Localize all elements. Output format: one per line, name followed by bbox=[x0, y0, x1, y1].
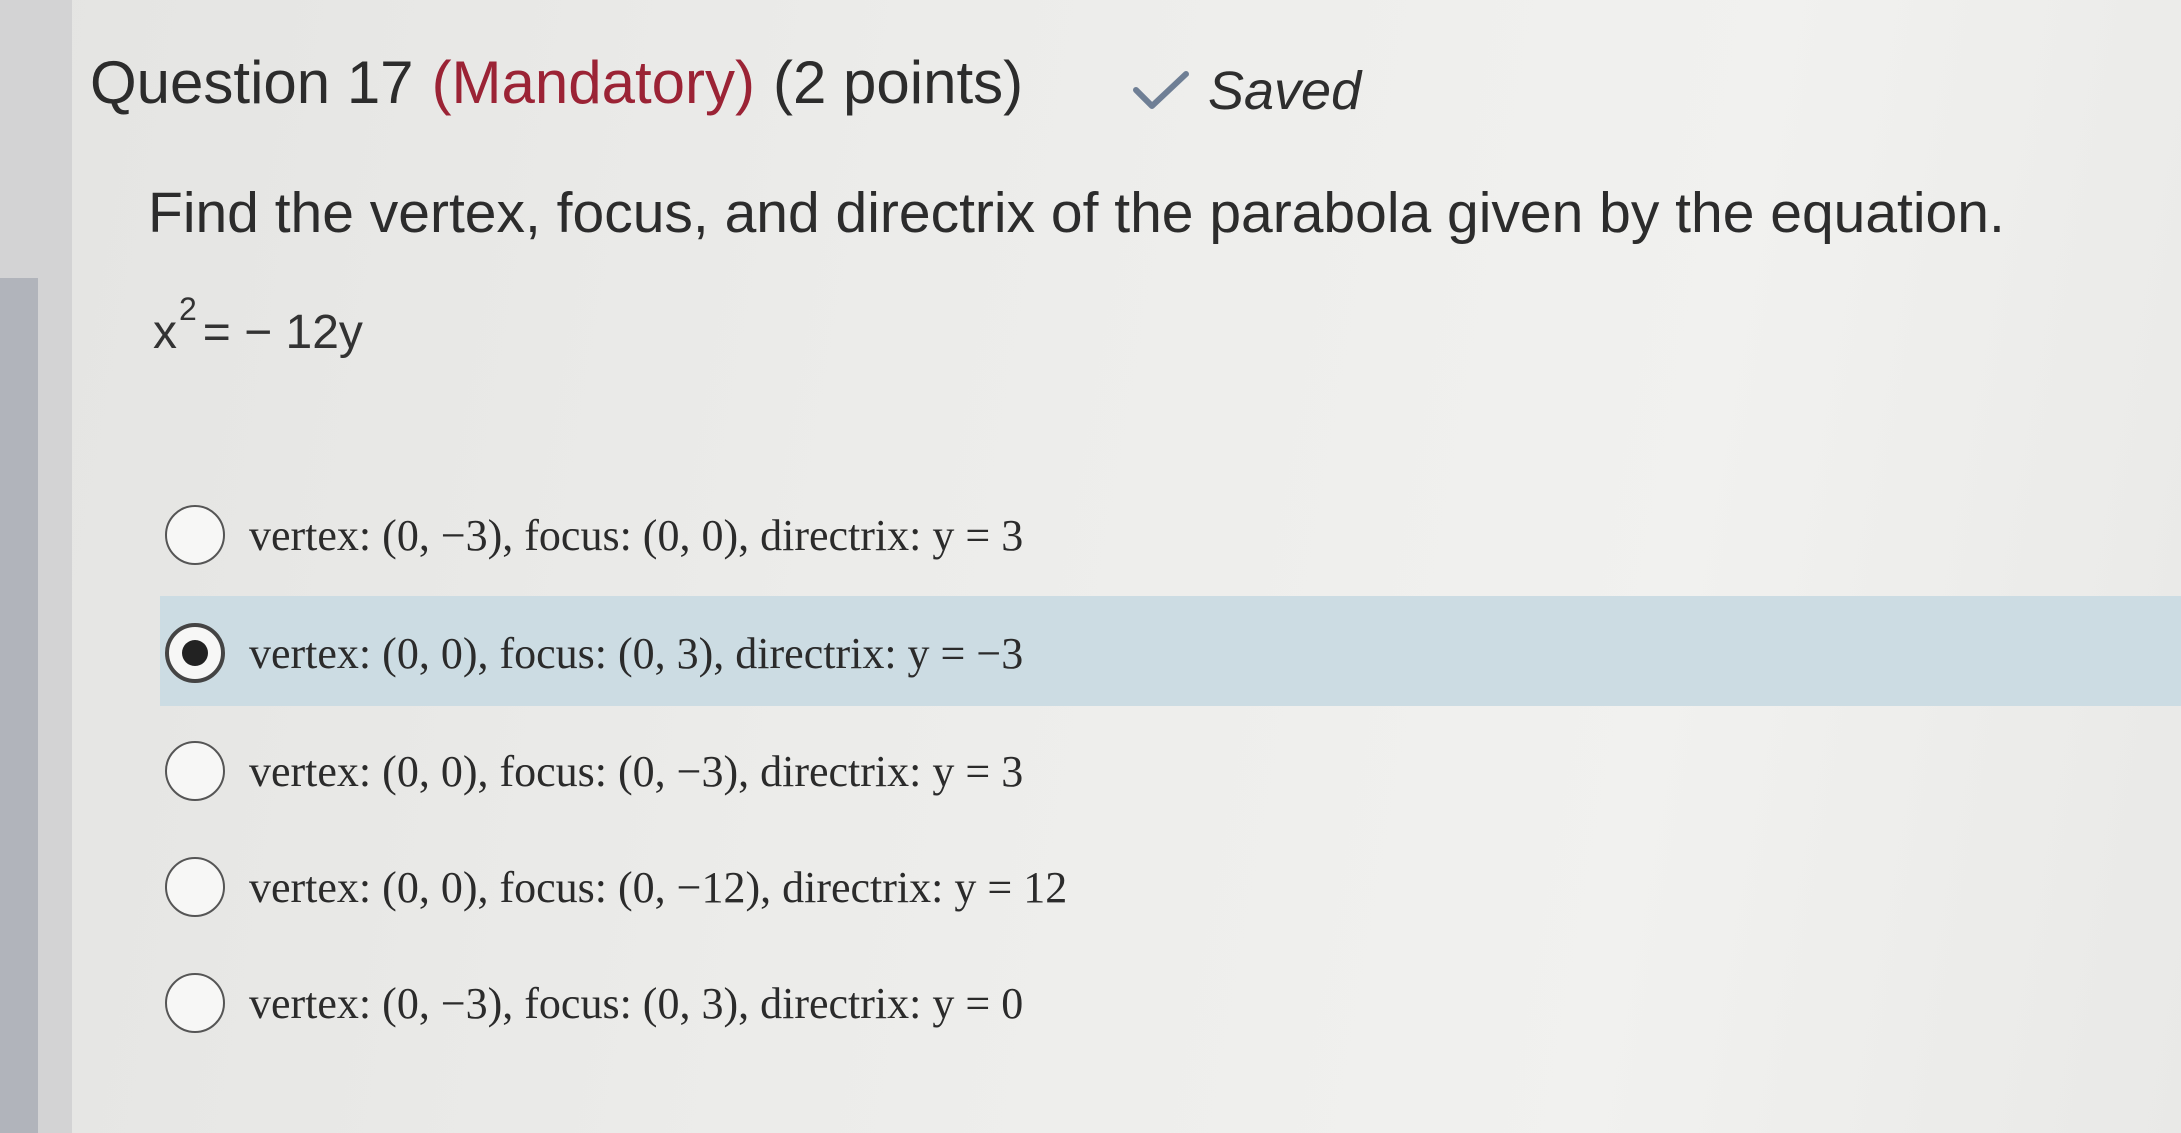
question-header: Question 17 (Mandatory) (2 points) bbox=[90, 48, 1023, 117]
equation-exponent: 2 bbox=[179, 291, 197, 327]
left-sidebar-accent bbox=[0, 278, 38, 1133]
check-icon bbox=[1132, 68, 1190, 114]
radio-button-5[interactable] bbox=[165, 973, 225, 1033]
answer-option-1[interactable]: vertex: (0, −3), focus: (0, 0), directri… bbox=[165, 505, 1023, 565]
question-prompt: Find the vertex, focus, and directrix of… bbox=[148, 181, 2005, 245]
equation-rest: = − 12y bbox=[202, 306, 363, 359]
radio-button-1[interactable] bbox=[165, 505, 225, 565]
option-label: vertex: (0, 0), focus: (0, −12), directr… bbox=[249, 862, 1068, 912]
points-label: (2 points) bbox=[773, 49, 1024, 116]
saved-label: Saved bbox=[1208, 61, 1362, 121]
option-label: vertex: (0, −3), focus: (0, 0), directri… bbox=[249, 510, 1024, 560]
radio-button-2-selected[interactable] bbox=[165, 623, 225, 683]
option-label: vertex: (0, 0), focus: (0, 3), directrix… bbox=[249, 628, 1024, 678]
radio-button-4[interactable] bbox=[165, 857, 225, 917]
option-label: vertex: (0, −3), focus: (0, 3), directri… bbox=[249, 978, 1024, 1028]
radio-selected-dot bbox=[182, 640, 208, 666]
equation-base: x bbox=[153, 306, 177, 359]
question-title: Question 17 bbox=[90, 49, 414, 116]
answer-option-3[interactable]: vertex: (0, 0), focus: (0, −3), directri… bbox=[165, 741, 1023, 801]
radio-button-3[interactable] bbox=[165, 741, 225, 801]
answer-option-2[interactable]: vertex: (0, 0), focus: (0, 3), directrix… bbox=[165, 623, 1023, 683]
mandatory-label: (Mandatory) bbox=[431, 49, 755, 116]
answer-option-4[interactable]: vertex: (0, 0), focus: (0, −12), directr… bbox=[165, 857, 1067, 917]
answer-option-5[interactable]: vertex: (0, −3), focus: (0, 3), directri… bbox=[165, 973, 1023, 1033]
page-background bbox=[0, 0, 2181, 1133]
equation: x 2 = − 12y bbox=[153, 291, 363, 360]
option-label: vertex: (0, 0), focus: (0, −3), directri… bbox=[249, 746, 1024, 796]
saved-status: Saved bbox=[1132, 60, 1361, 122]
